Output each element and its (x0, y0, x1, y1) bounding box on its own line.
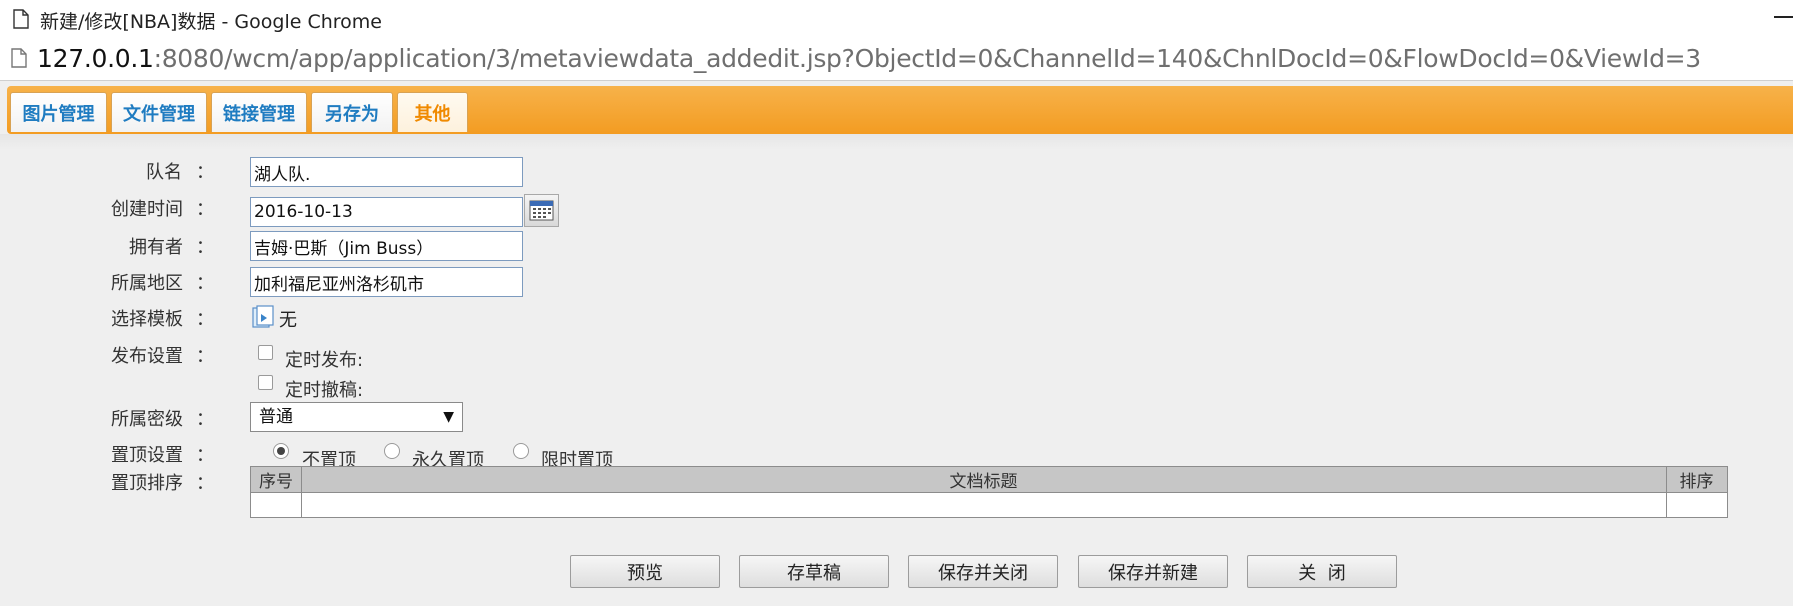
colon: ： (196, 162, 214, 183)
tab-save-as[interactable]: 另存为 (311, 92, 393, 132)
colon: ： (196, 473, 214, 494)
save-close-button[interactable]: 保存并关闭 (908, 555, 1058, 588)
radio-permanent-pin[interactable] (384, 443, 400, 459)
colon: ： (196, 445, 214, 466)
team-name-label: 队名 (146, 162, 182, 183)
preview-button[interactable]: 预览 (570, 555, 720, 588)
column-header-index: 序号 (259, 472, 293, 492)
column-header-title: 文档标题 (949, 472, 1018, 492)
table-header: 序号 文档标题 排序 (251, 467, 1727, 493)
colon: ： (196, 237, 214, 258)
security-selected: 普通 (259, 407, 293, 427)
window-titlebar: 新建/修改[NBA]数据 - Google Chrome (0, 0, 1793, 36)
url-text[interactable]: 127.0.0.1:8080/wcm/app/application/3/met… (37, 44, 1701, 73)
template-icon[interactable] (251, 305, 275, 333)
toolbar: 图片管理 文件管理 链接管理 另存为 其他 (7, 86, 1793, 134)
template-value: 无 (279, 310, 297, 331)
colon: ： (196, 346, 214, 367)
minimize-button[interactable] (1774, 16, 1793, 18)
save-draft-button[interactable]: 存草稿 (739, 555, 889, 588)
close-button[interactable]: 关 闭 (1247, 555, 1397, 588)
scheduled-publish-checkbox[interactable] (258, 345, 273, 360)
security-label: 所属密级 (111, 409, 183, 430)
scheduled-publish-label: 定时发布: (285, 350, 364, 371)
calendar-button[interactable] (524, 194, 559, 227)
tab-other[interactable]: 其他 (397, 92, 468, 132)
tab-link-manage[interactable]: 链接管理 (211, 92, 307, 132)
window-title: 新建/修改[NBA]数据 - Google Chrome (40, 11, 382, 33)
colon: ： (196, 309, 214, 330)
region-label: 所属地区 (111, 273, 183, 294)
scheduled-withdraw-label: 定时撤稿: (285, 380, 364, 401)
team-name-input[interactable] (250, 157, 523, 187)
owner-label: 拥有者 (129, 237, 183, 258)
colon: ： (196, 273, 214, 294)
region-input[interactable] (250, 267, 523, 297)
publish-label: 发布设置 (111, 346, 183, 367)
toolbar-shadow (0, 134, 1793, 150)
page-icon (11, 48, 27, 72)
created-time-label: 创建时间 (111, 199, 183, 220)
document-icon (13, 9, 29, 33)
scheduled-withdraw-checkbox[interactable] (258, 375, 273, 390)
pin-order-label: 置顶排序 (111, 473, 183, 494)
calendar-icon (525, 200, 558, 230)
pin-order-table: 序号 文档标题 排序 (250, 466, 1728, 518)
url-host: 127.0.0.1 (37, 44, 154, 73)
table-divider (1666, 467, 1667, 517)
template-label: 选择模板 (111, 309, 183, 330)
radio-timed-pin[interactable] (513, 443, 529, 459)
radio-no-pin[interactable] (273, 443, 289, 459)
owner-input[interactable] (250, 231, 523, 261)
address-bar[interactable]: 127.0.0.1:8080/wcm/app/application/3/met… (0, 36, 1793, 81)
tab-file-manage[interactable]: 文件管理 (111, 92, 207, 132)
column-header-order: 排序 (1679, 472, 1714, 492)
save-new-button[interactable]: 保存并新建 (1078, 555, 1228, 588)
pin-label: 置顶设置 (111, 445, 183, 466)
table-divider (301, 467, 302, 517)
tab-image-manage[interactable]: 图片管理 (10, 92, 107, 132)
colon: ： (196, 409, 214, 430)
colon: ： (196, 199, 214, 220)
security-select[interactable]: 普通 ▼ (250, 402, 463, 432)
url-path: :8080/wcm/app/application/3/metaviewdata… (153, 44, 1702, 73)
created-time-input[interactable] (250, 197, 523, 227)
dropdown-arrow-icon: ▼ (443, 409, 454, 425)
